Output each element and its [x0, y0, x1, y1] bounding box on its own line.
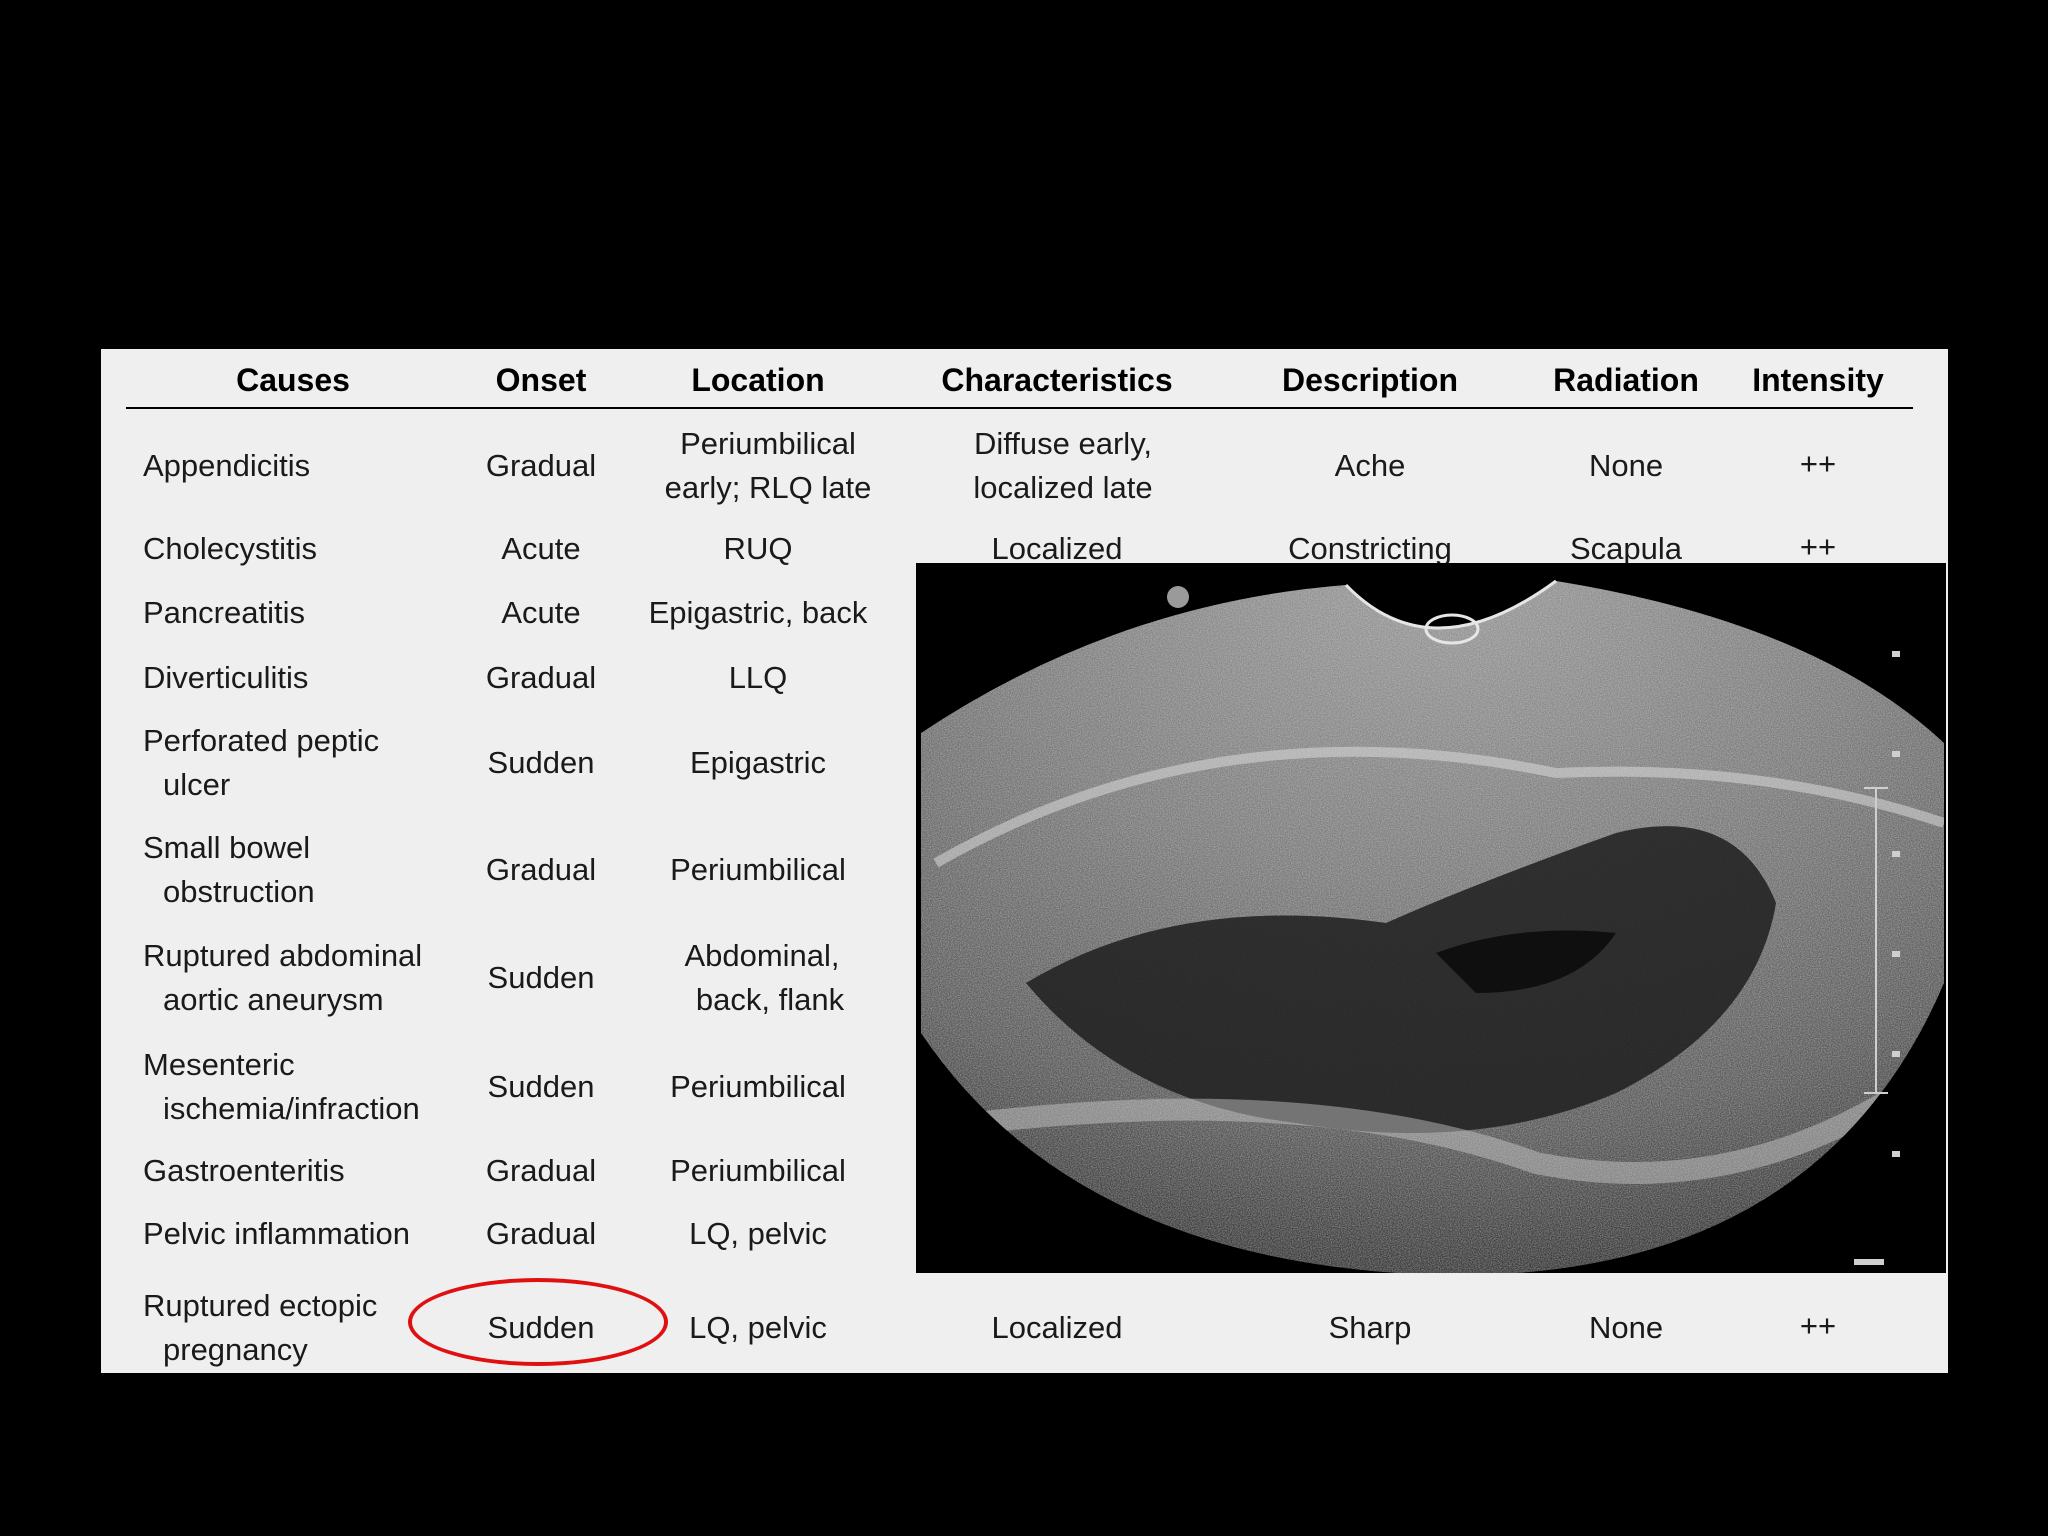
- header-radiation: Radiation: [1553, 362, 1699, 398]
- header-characteristics: Characteristics: [941, 362, 1173, 398]
- location-cell: LQ, pelvic: [689, 1216, 827, 1251]
- onset-cell: Gradual: [485, 1216, 597, 1251]
- intensity-cell: ++: [1799, 1308, 1837, 1343]
- description-cell: Sharp: [1328, 1310, 1412, 1345]
- location-cell: Periumbilical: [670, 852, 846, 887]
- cause-cell: Small bowel obstruction: [143, 830, 315, 909]
- location-cell: LLQ: [728, 660, 788, 695]
- cause-cell: Diverticulitis: [143, 660, 309, 695]
- onset-cell: Sudden: [487, 1069, 595, 1104]
- onset-cell: Gradual: [485, 448, 597, 483]
- location-cell: Epigastric: [689, 745, 827, 780]
- onset-cell: Gradual: [485, 1153, 597, 1188]
- radiation-cell: None: [1588, 448, 1664, 483]
- description-cell: Ache: [1334, 448, 1406, 483]
- onset-cell: Sudden: [487, 745, 595, 780]
- characteristics-cell: Diffuse early, localized late: [973, 426, 1153, 505]
- cause-cell: Pancreatitis: [143, 595, 305, 630]
- header-rule: [126, 407, 1913, 409]
- location-cell: Abdominal, back, flank: [684, 938, 845, 1017]
- onset-cell: Sudden: [487, 960, 595, 995]
- header-location: Location: [691, 362, 825, 398]
- cause-cell: Ruptured abdominal aortic aneurysm: [143, 938, 423, 1017]
- location-cell: RUQ: [723, 531, 793, 566]
- header-onset: Onset: [495, 362, 587, 398]
- ultrasound-image: [916, 563, 1946, 1273]
- location-cell: Periumbilical early; RLQ late: [664, 426, 872, 505]
- header-causes: Causes: [236, 362, 350, 398]
- header-intensity: Intensity: [1752, 362, 1884, 398]
- cause-cell: Mesenteric ischemia/infraction: [143, 1047, 420, 1126]
- cause-cell: Pelvic inflammation: [143, 1216, 411, 1251]
- cause-cell: Appendicitis: [143, 448, 311, 483]
- onset-cell: Gradual: [485, 852, 597, 887]
- location-cell: Periumbilical: [670, 1153, 846, 1188]
- onset-cell: Acute: [501, 531, 581, 566]
- cause-cell: Gastroenteritis: [143, 1153, 345, 1188]
- cause-cell: Ruptured ectopic pregnancy: [143, 1288, 378, 1367]
- cause-cell: Cholecystitis: [143, 531, 317, 566]
- onset-cell: Gradual: [485, 660, 597, 695]
- location-cell: Epigastric, back: [648, 595, 868, 630]
- onset-highlight-circle: [408, 1278, 668, 1366]
- location-cell: LQ, pelvic: [689, 1310, 827, 1345]
- header-description: Description: [1281, 362, 1459, 398]
- characteristics-cell: Localized: [991, 1310, 1123, 1345]
- intensity-cell: ++: [1799, 446, 1837, 481]
- cause-cell: Perforated peptic ulcer: [143, 723, 380, 802]
- radiation-cell: None: [1588, 1310, 1664, 1345]
- onset-cell: Acute: [501, 595, 581, 630]
- location-cell: Periumbilical: [670, 1069, 846, 1104]
